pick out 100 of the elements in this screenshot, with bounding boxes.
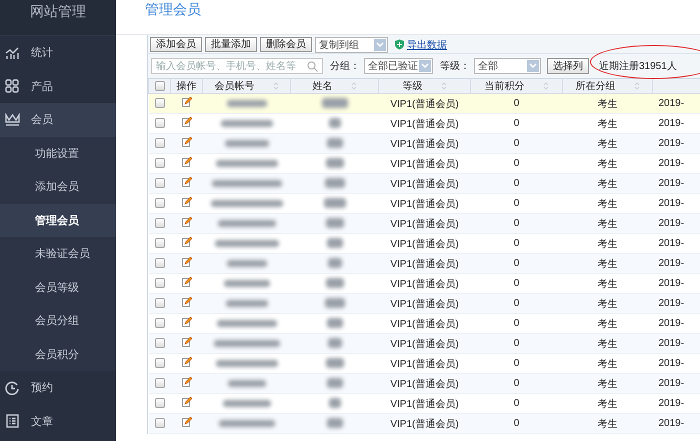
table-row[interactable]: VIP1(普通会员) 0 考生 2019- (148, 94, 700, 114)
pencil-icon[interactable] (182, 197, 192, 207)
sidebar-subitem[interactable]: 会员等级 (0, 270, 116, 304)
pencil-icon[interactable] (182, 377, 192, 387)
table-cell: VIP1(普通会员) (378, 414, 470, 434)
table-row[interactable]: VIP1(普通会员) 0 考生 2019- (148, 414, 700, 434)
checkbox[interactable] (154, 278, 164, 288)
pencil-icon[interactable] (182, 397, 192, 407)
pencil-icon[interactable] (182, 317, 192, 327)
sidebar-subitem[interactable]: 管理会员 (0, 204, 116, 237)
toolbar-button[interactable]: 删除会员 (260, 37, 312, 52)
checkbox[interactable] (154, 158, 164, 168)
table-cell: 0 (470, 94, 562, 114)
sidebar-item[interactable]: 预约 (0, 371, 116, 404)
table-cell: 0 (470, 294, 562, 314)
pencil-icon[interactable] (182, 357, 192, 367)
table-cell: 2019- (652, 334, 700, 354)
copy-to-group-select[interactable]: 复制到组 (315, 36, 388, 52)
toolbar-button[interactable]: 添加会员 (150, 37, 202, 52)
table-row[interactable]: VIP1(普通会员) 0 考生 2019- (148, 334, 700, 354)
pencil-icon[interactable] (182, 177, 192, 187)
checkbox[interactable] (154, 138, 164, 148)
blurred-name (326, 278, 344, 288)
checkbox[interactable] (154, 98, 164, 108)
column-header[interactable]: 会员帐号 (202, 78, 290, 94)
pencil-icon[interactable] (182, 417, 192, 427)
blurred-account (228, 380, 266, 387)
pencil-icon[interactable] (182, 157, 192, 167)
sidebar-subitem[interactable]: 会员积分 (0, 338, 116, 371)
checkbox[interactable] (154, 218, 164, 228)
sort-icon[interactable] (350, 82, 356, 90)
sort-icon[interactable] (634, 82, 640, 90)
table-row[interactable]: VIP1(普通会员) 0 考生 2019- (148, 294, 700, 314)
search-field[interactable]: 输入会员帐号、手机号、姓名等 (151, 58, 323, 74)
table-row[interactable]: VIP1(普通会员) 0 考生 2019- (148, 374, 700, 394)
grade-select[interactable]: 全部 (474, 58, 541, 74)
group-label: 分组： (330, 60, 360, 73)
sidebar-subitem[interactable]: 功能设置 (0, 136, 116, 170)
pencil-icon[interactable] (182, 217, 192, 227)
search-icon[interactable] (307, 60, 318, 72)
table-cell: 考生 (562, 254, 652, 274)
blurred-name (326, 138, 342, 148)
blurred-account (222, 400, 270, 407)
table-cell: 考生 (562, 294, 652, 314)
pencil-icon[interactable] (182, 117, 192, 127)
page-title: 管理会员 (145, 1, 201, 19)
table-cell: 考生 (562, 94, 652, 114)
column-header[interactable]: 等级 (378, 78, 470, 94)
sidebar-subitem[interactable]: 添加会员 (0, 170, 116, 204)
checkbox[interactable] (154, 298, 164, 308)
sidebar-subitem[interactable]: 未验证会员 (0, 237, 116, 270)
pencil-icon[interactable] (182, 337, 192, 347)
pencil-icon[interactable] (182, 257, 192, 267)
table-cell: 考生 (562, 174, 652, 194)
checkbox[interactable] (154, 418, 164, 428)
sidebar-item[interactable]: 会员 (0, 103, 116, 136)
sort-icon[interactable] (542, 82, 548, 90)
group-select[interactable]: 全部已验证 (364, 58, 433, 74)
sidebar-item[interactable]: 产品 (0, 70, 116, 103)
blurred-account (212, 180, 282, 187)
checkbox[interactable] (154, 198, 164, 208)
table-cell: 2019- (652, 254, 700, 274)
pencil-icon[interactable] (182, 97, 192, 107)
table-cell: VIP1(普通会员) (378, 254, 470, 274)
column-header[interactable]: 当前积分 (470, 78, 562, 94)
pencil-icon[interactable] (182, 297, 192, 307)
table-cell: 2019- (652, 94, 700, 114)
checkbox[interactable] (154, 378, 164, 388)
checkbox[interactable] (154, 398, 164, 408)
toolbar-button[interactable]: 批量添加 (205, 37, 257, 52)
checkbox[interactable] (154, 118, 164, 128)
pencil-icon[interactable] (182, 237, 192, 247)
table-row[interactable]: VIP1(普通会员) 0 考生 2019- (148, 174, 700, 194)
table-cell: VIP1(普通会员) (378, 94, 470, 114)
checkbox[interactable] (154, 318, 164, 328)
table-row[interactable]: VIP1(普通会员) 0 考生 2019- (148, 134, 700, 154)
sidebar-subitem[interactable]: 会员分组 (0, 304, 116, 338)
blurred-account (214, 340, 280, 347)
table-cell: 0 (470, 334, 562, 354)
pencil-icon[interactable] (182, 277, 192, 287)
column-header[interactable]: 姓名 (290, 78, 378, 94)
sidebar-item[interactable]: 统计 (0, 36, 116, 70)
checkbox[interactable] (154, 358, 164, 368)
sidebar-item[interactable]: 文章 (0, 404, 116, 438)
table-row[interactable]: VIP1(普通会员) 0 考生 2019- (148, 214, 700, 234)
choose-columns-button[interactable]: 选择列 (547, 58, 589, 74)
sort-icon[interactable] (272, 82, 278, 90)
blurred-name (328, 118, 340, 128)
column-header[interactable]: 所在分组 (562, 78, 652, 94)
checkbox[interactable] (154, 238, 164, 248)
checkbox[interactable] (154, 258, 164, 268)
blurred-name (324, 198, 346, 208)
table-row[interactable]: VIP1(普通会员) 0 考生 2019- (148, 254, 700, 274)
sort-icon[interactable] (440, 82, 446, 90)
checkbox[interactable] (154, 338, 164, 348)
checkbox[interactable] (154, 80, 164, 91)
pencil-icon[interactable] (182, 137, 192, 147)
export-data-link[interactable]: 导出数据 (407, 38, 447, 52)
blurred-account (226, 300, 268, 307)
checkbox[interactable] (154, 178, 164, 188)
